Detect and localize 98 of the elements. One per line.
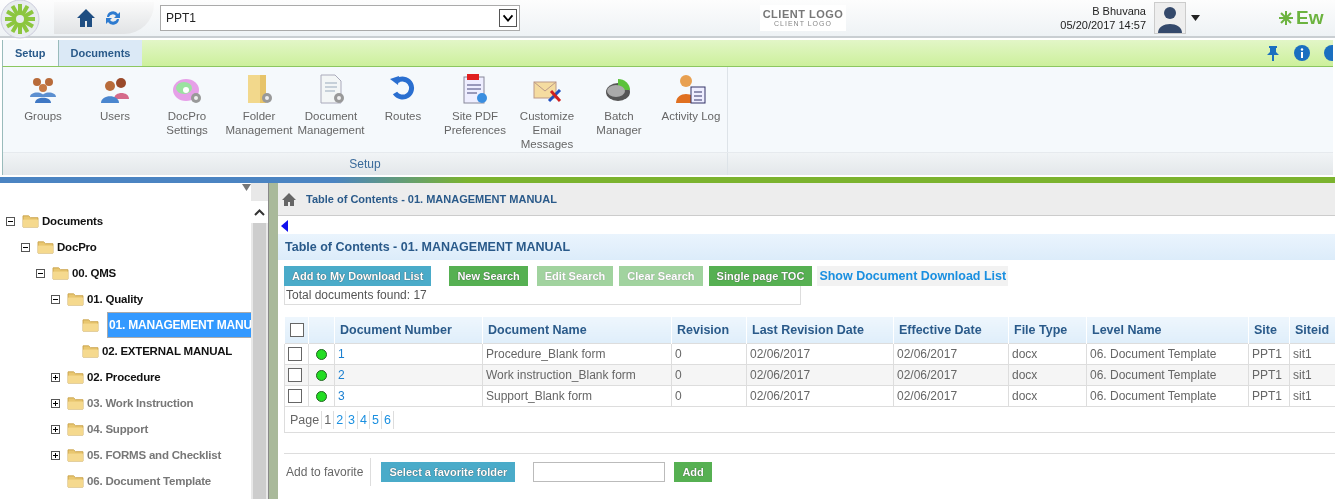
folder-icon	[37, 240, 54, 254]
user-name: B Bhuvana	[1092, 4, 1146, 18]
ribbon-button[interactable]: Site PDF Preferences	[439, 67, 511, 152]
refresh-icon[interactable]	[104, 9, 122, 27]
ribbon-tab[interactable]: Setup	[3, 40, 59, 66]
page-link[interactable]: 5	[370, 410, 382, 429]
ribbon-button[interactable]: Groups	[7, 67, 79, 152]
table-cell: 06. Document Template	[1086, 385, 1249, 407]
chevron-up-icon[interactable]	[254, 208, 265, 216]
home-icon[interactable]	[76, 8, 96, 28]
tree-item[interactable]: 02. Procedure	[86, 369, 162, 385]
folder-icon	[67, 448, 84, 462]
ribbon-button[interactable]: DocPro Settings	[151, 67, 223, 152]
folder-icon	[82, 318, 99, 332]
folder-icon	[82, 344, 99, 358]
column-header[interactable]: Last Revision Date	[746, 317, 894, 344]
tree-item[interactable]: 01. MANAGEMENT MANU	[107, 312, 251, 338]
triangle-left-icon[interactable]	[281, 220, 288, 232]
row-checkbox[interactable]	[288, 368, 302, 382]
info-icon[interactable]	[1294, 45, 1310, 61]
ribbon-button[interactable]: Routes	[367, 67, 439, 152]
collapse-icon[interactable]	[51, 294, 60, 304]
column-header[interactable]: Site	[1248, 317, 1290, 344]
row-checkbox[interactable]	[288, 389, 302, 403]
column-header[interactable]: Level Name	[1086, 317, 1249, 344]
table-cell: 0	[671, 343, 747, 365]
ribbon-button[interactable]: Batch Manager	[583, 67, 655, 152]
asterisk-icon	[1278, 10, 1294, 26]
folder-icon	[52, 266, 69, 280]
pin-icon[interactable]	[1266, 45, 1280, 61]
folder-input[interactable]	[533, 462, 666, 482]
section-title: Table of Contents - 01. MANAGEMENT MANUAL	[278, 234, 1335, 260]
tree-item[interactable]: 00. QMS	[71, 265, 117, 281]
column-header[interactable]: Document Name	[482, 317, 672, 344]
table-cell: Procedure_Blank form	[482, 343, 672, 365]
folder-icon	[67, 292, 84, 306]
column-header[interactable]: Siteid	[1289, 317, 1335, 344]
collapse-icon[interactable]	[21, 242, 30, 252]
person-list-icon	[675, 73, 707, 105]
logo-text: CLIENT LOGO	[762, 8, 844, 20]
triangle-down-icon[interactable]	[242, 184, 251, 191]
folder-icon	[67, 474, 84, 488]
ribbon-button[interactable]: Users	[79, 67, 151, 152]
select-all-checkbox[interactable]	[290, 323, 304, 337]
help-icon[interactable]	[1324, 45, 1333, 61]
table-cell: PPT1	[1248, 385, 1290, 407]
column-header[interactable]: Effective Date	[893, 317, 1009, 344]
table-cell: 02/06/2017	[893, 343, 1009, 365]
ribbon-tab[interactable]: Documents	[58, 40, 143, 66]
folder-icon	[67, 422, 84, 436]
document-link[interactable]: 3	[334, 385, 483, 407]
table-cell: docx	[1008, 343, 1087, 365]
favorite-label: Add to favorite	[284, 458, 372, 486]
group-label: Setup	[3, 153, 728, 175]
tree-item[interactable]: Documents	[41, 213, 104, 229]
download-list-link[interactable]: Show Document Download List	[817, 266, 1009, 286]
page-label: Page	[288, 410, 323, 429]
collapse-icon[interactable]	[6, 216, 15, 226]
page-link[interactable]: 2	[334, 410, 347, 429]
tree-item[interactable]: DocPro	[56, 239, 98, 255]
ribbon-button[interactable]: Activity Log	[655, 67, 727, 152]
page-link[interactable]: 1	[322, 410, 335, 429]
row-checkbox[interactable]	[288, 347, 302, 361]
site-select[interactable]: PPT1	[160, 5, 520, 31]
document-link[interactable]: 1	[334, 343, 483, 365]
table-cell: 02/06/2017	[746, 385, 894, 407]
folder-icon	[22, 214, 39, 228]
avatar-icon[interactable]	[1154, 2, 1186, 34]
table-cell: docx	[1008, 385, 1087, 407]
ribbon-button[interactable]: Folder Management	[223, 67, 295, 152]
tree-item[interactable]: 02. EXTERNAL MANUAL	[101, 343, 234, 359]
date-time: 05/20/2017 14:57	[1060, 18, 1146, 32]
folder-icon	[67, 396, 84, 410]
table-cell: sit1	[1289, 343, 1335, 365]
table-cell: PPT1	[1248, 343, 1290, 365]
chevron-down-icon	[499, 9, 517, 27]
ribbon-button[interactable]: Customize Email Messages	[511, 67, 583, 152]
caret-icon[interactable]	[1191, 15, 1200, 21]
column-header[interactable]: File Type	[1008, 317, 1087, 344]
page-link[interactable]: 3	[346, 410, 359, 429]
expand-icon[interactable]	[51, 372, 60, 382]
total-count: Total documents found: 17	[284, 286, 801, 305]
table-cell: 02/06/2017	[746, 343, 894, 365]
table-cell: 02/06/2017	[893, 385, 1009, 407]
table-cell: Support_Blank form	[482, 385, 672, 407]
table-cell: 0	[671, 385, 747, 407]
tree-item[interactable]: 01. Quality	[86, 291, 144, 307]
ribbon-button[interactable]: Document Management	[295, 67, 367, 152]
collapse-icon[interactable]	[36, 268, 45, 278]
column-header[interactable]: Revision	[671, 317, 747, 344]
scrollbar[interactable]	[251, 183, 268, 499]
breadcrumb[interactable]: Table of Contents - 01. MANAGEMENT MANUAL	[306, 193, 557, 205]
folder-icon	[67, 370, 84, 384]
column-header[interactable]: Document Number	[334, 317, 483, 344]
page-link[interactable]: 4	[358, 410, 370, 429]
table-cell: 06. Document Template	[1086, 343, 1249, 365]
brand-name: Ew	[1296, 7, 1324, 29]
home-icon[interactable]	[282, 192, 296, 206]
